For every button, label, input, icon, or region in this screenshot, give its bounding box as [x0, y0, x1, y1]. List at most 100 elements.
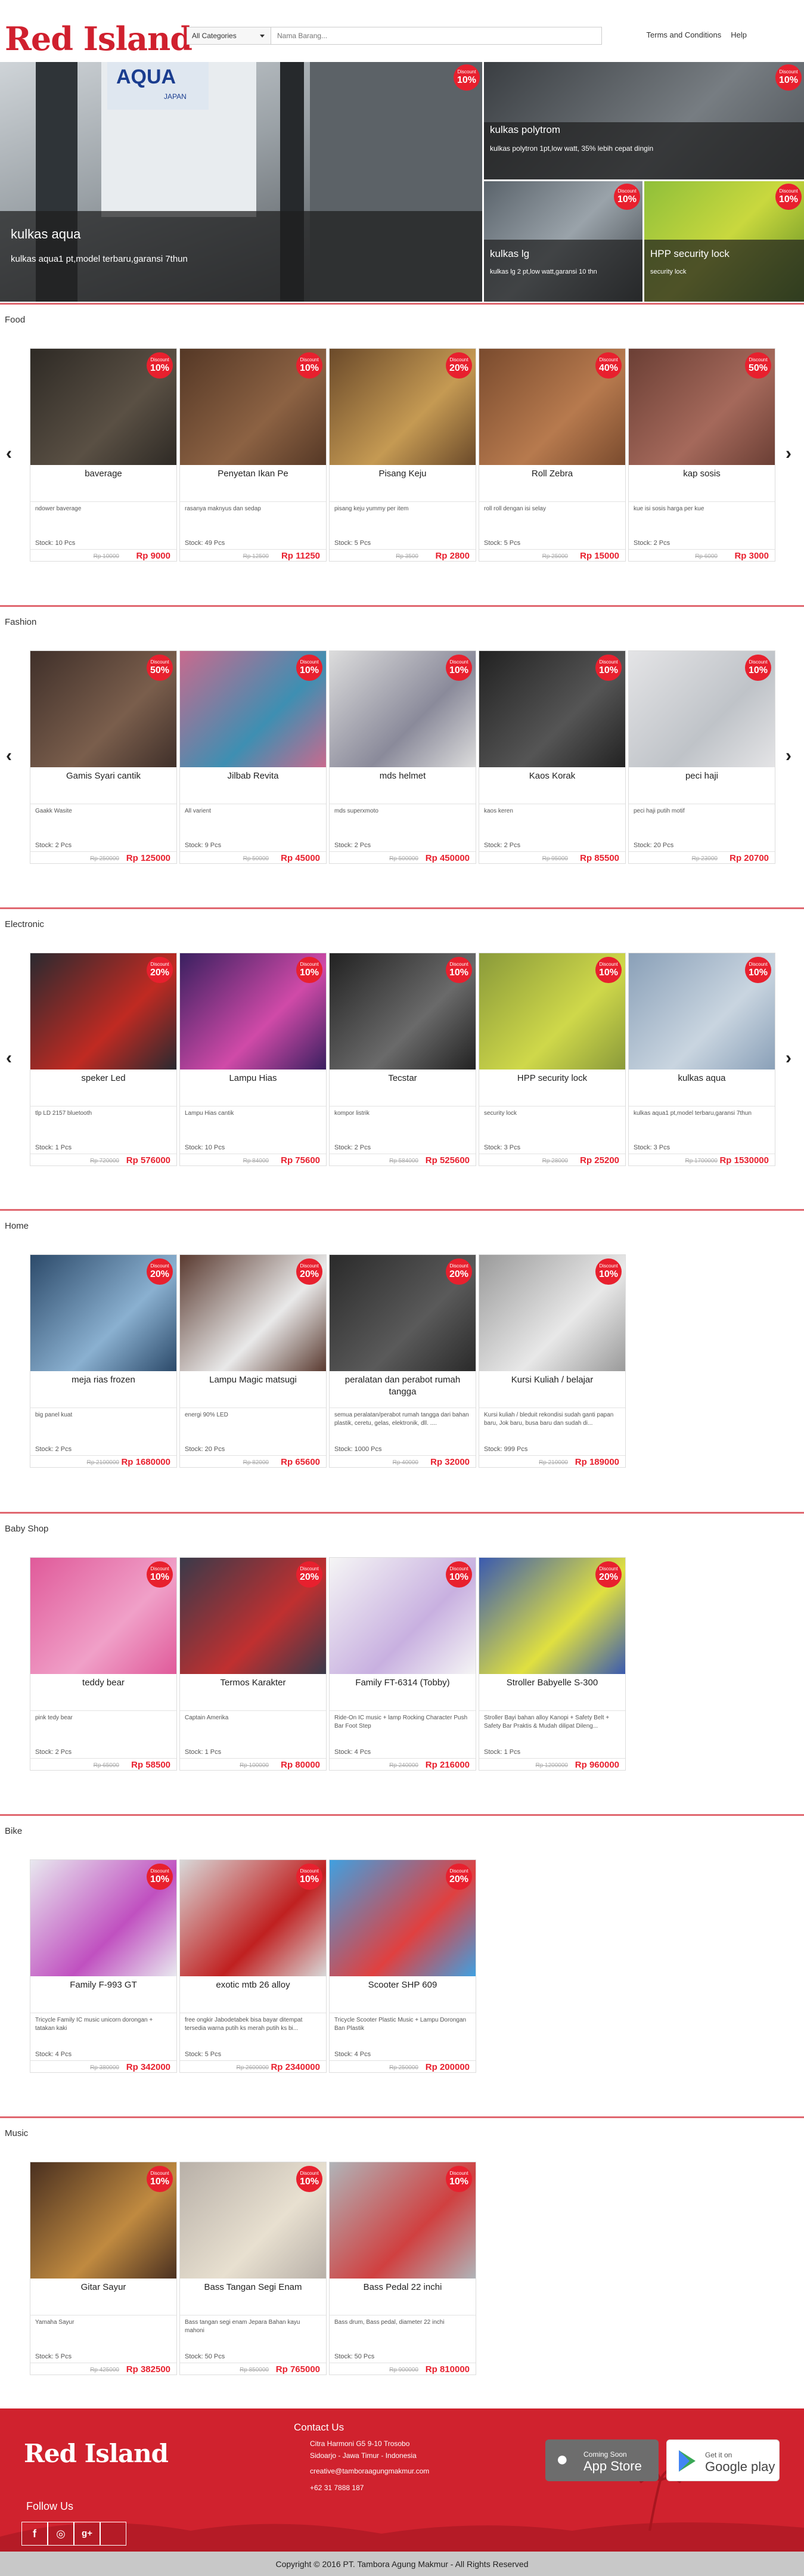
search-input[interactable]: [271, 27, 602, 45]
social-blank-icon[interactable]: [100, 2522, 126, 2546]
product-card[interactable]: Discount 10% HPP security lock security loc…: [479, 953, 626, 1166]
hero-bottom-right[interactable]: HPP security lock security lock Discount…: [644, 181, 804, 302]
product-card[interactable]: Discount 10% mds helmet mds superxmoto Stock…: [329, 650, 476, 864]
product-price: Rp 15000: [580, 551, 619, 561]
product-name[interactable]: peralatan dan perabot rumah tangga: [333, 1374, 472, 1398]
product-name[interactable]: Roll Zebra: [483, 468, 622, 480]
category-select[interactable]: All Categories: [187, 27, 271, 45]
product-card[interactable]: Discount 20% peralatan dan perabot rumah t…: [329, 1254, 476, 1468]
product-card[interactable]: Discount 20% Termos Karakter Captain Amerik…: [179, 1557, 327, 1771]
carousel-prev-arrow-icon[interactable]: ‹: [6, 1048, 12, 1068]
product-name[interactable]: Bass Pedal 22 inchi: [333, 2281, 472, 2293]
product-card[interactable]: Discount 10% peci haji peci haji putih moti…: [628, 650, 775, 864]
product-card[interactable]: Discount 20% Pisang Keju pisang keju yummy …: [329, 348, 476, 562]
product-name[interactable]: kulkas aqua: [632, 1072, 771, 1084]
google-play-icon: [679, 2450, 696, 2472]
product-card[interactable]: Discount 10% Penyetan Ikan Pe rasanya makny…: [179, 348, 327, 562]
help-link[interactable]: Help: [731, 30, 747, 39]
product-name[interactable]: Lampu Magic matsugi: [184, 1374, 322, 1386]
app-store-button[interactable]: ● Coming Soon App Store: [545, 2439, 659, 2481]
product-card[interactable]: Discount 10% baverage ndower baverage Stock:…: [30, 348, 177, 562]
product-name[interactable]: mds helmet: [333, 770, 472, 782]
product-card[interactable]: Discount 10% Bass Pedal 22 inchi Bass drum,…: [329, 2162, 476, 2375]
product-name[interactable]: Family FT-6314 (Tobby): [333, 1677, 472, 1689]
product-name[interactable]: Lampu Hias: [184, 1072, 322, 1084]
discount-badge: Discount 20%: [296, 1258, 322, 1285]
carousel-next-arrow-icon[interactable]: ›: [786, 746, 791, 766]
product-card[interactable]: Discount 10% Gitar Sayur Yamaha Sayur Stock:…: [30, 2162, 177, 2375]
product-name[interactable]: meja rias frozen: [34, 1374, 173, 1386]
product-name[interactable]: teddy bear: [34, 1677, 173, 1689]
product-card[interactable]: Discount 20% Stroller Babyelle S-300 Stroll…: [479, 1557, 626, 1771]
product-card[interactable]: Discount 20% Scooter SHP 609 Tricycle Scoot…: [329, 1859, 476, 2073]
product-card[interactable]: Discount 10% Family F-993 GT Tricycle Famil…: [30, 1859, 177, 2073]
product-name[interactable]: HPP security lock: [483, 1072, 622, 1084]
product-name[interactable]: exotic mtb 26 alloy: [184, 1979, 322, 1991]
discount-badge-value: 10%: [598, 968, 619, 978]
carousel-next-arrow-icon[interactable]: ›: [786, 444, 791, 464]
product-name[interactable]: Termos Karakter: [184, 1677, 322, 1689]
hero-main[interactable]: AQUA JAPAN kulkas aqua kulkas aqua1 pt,m…: [0, 62, 482, 302]
product-stock: Stock: 50 Pcs: [334, 2353, 375, 2360]
product-original-price: Rp 2100000: [86, 1459, 120, 1466]
carousel-next-arrow-icon[interactable]: ›: [786, 1048, 791, 1068]
product-card[interactable]: Discount 20% Lampu Magic matsugi energi 90%…: [179, 1254, 327, 1468]
product-original-price: Rp 1700000: [685, 1158, 718, 1164]
product-card[interactable]: Discount 40% Roll Zebra roll roll dengan is…: [479, 348, 626, 562]
product-stock: Stock: 2 Pcs: [334, 1144, 371, 1151]
contact-email[interactable]: creative@tamboraagungmakmur.com: [310, 2467, 429, 2475]
product-name[interactable]: Penyetan Ikan Pe: [184, 468, 322, 480]
facebook-icon[interactable]: f: [21, 2522, 48, 2546]
google-plus-icon[interactable]: g+: [74, 2522, 100, 2546]
carousel-prev-arrow-icon[interactable]: ‹: [6, 746, 12, 766]
product-card[interactable]: Discount 10% Lampu Hias Lampu Hias cantik St…: [179, 953, 327, 1166]
product-name[interactable]: Kaos Korak: [483, 770, 622, 782]
section-title: Bike: [5, 1826, 23, 1836]
hero-top-right[interactable]: kulkas polytrom kulkas polytron 1pt,low …: [484, 62, 804, 179]
product-card[interactable]: Discount 10% Jilbab Revita All varient Stock…: [179, 650, 327, 864]
footer-logo[interactable]: Red Island: [24, 2441, 169, 2466]
product-card[interactable]: Discount 10% Kursi Kuliah / belajar Kursi k…: [479, 1254, 626, 1468]
product-name[interactable]: speker Led: [34, 1072, 173, 1084]
product-card[interactable]: Discount 10% Family FT-6314 (Tobby) Ride-On…: [329, 1557, 476, 1771]
product-name[interactable]: Stroller Babyelle S-300: [483, 1677, 622, 1689]
product-name[interactable]: Kursi Kuliah / belajar: [483, 1374, 622, 1386]
product-name[interactable]: Pisang Keju: [333, 468, 472, 480]
product-card[interactable]: Discount 50% kap sosis kue isi sosis harga …: [628, 348, 775, 562]
site-logo[interactable]: Red Island: [5, 13, 193, 55]
discount-badge-value: 10%: [598, 1269, 619, 1279]
product-card[interactable]: Discount 10% exotic mtb 26 alloy free ongki…: [179, 1859, 327, 2073]
discount-badge: Discount 10%: [446, 957, 472, 983]
product-card[interactable]: Discount 10% Kaos Korak kaos keren Stock: 2 …: [479, 650, 626, 864]
product-card[interactable]: Discount 10% teddy bear pink tedy bear Stock…: [30, 1557, 177, 1771]
discount-badge-label: Discount: [749, 659, 768, 665]
product-price: Rp 450000: [425, 853, 470, 863]
product-price: Rp 32000: [430, 1457, 470, 1467]
product-card[interactable]: Discount 50% Gamis Syari cantik Gaakk Wasit…: [30, 650, 177, 864]
carousel-prev-arrow-icon[interactable]: ‹: [6, 444, 12, 464]
product-name[interactable]: Gitar Sayur: [34, 2281, 173, 2293]
product-name[interactable]: Gamis Syari cantik: [34, 770, 173, 782]
product-card[interactable]: Discount 10% Tecstar kompor listrik Stock: 2…: [329, 953, 476, 1166]
discount-badge-label: Discount: [599, 962, 618, 967]
discount-badge: Discount 10%: [147, 1864, 173, 1890]
product-name[interactable]: kap sosis: [632, 468, 771, 480]
product-original-price: Rp 3500: [396, 553, 418, 560]
card-divider: [30, 851, 176, 852]
product-name[interactable]: peci haji: [632, 770, 771, 782]
discount-badge-value: 40%: [598, 363, 619, 373]
product-card[interactable]: Discount 10% kulkas aqua kulkas aqua1 pt,mo…: [628, 953, 775, 1166]
terms-link[interactable]: Terms and Conditions: [647, 30, 722, 39]
product-name[interactable]: Jilbab Revita: [184, 770, 322, 782]
instagram-icon[interactable]: ◎: [48, 2522, 74, 2546]
product-name[interactable]: Bass Tangan Segi Enam: [184, 2281, 322, 2293]
product-name[interactable]: Scooter SHP 609: [333, 1979, 472, 1991]
google-play-button[interactable]: Get it on Google play: [666, 2439, 780, 2481]
hero-bottom-left[interactable]: kulkas lg kulkas lg 2 pt,low watt,garans…: [484, 181, 642, 302]
product-card[interactable]: Discount 10% Bass Tangan Segi Enam Bass tan…: [179, 2162, 327, 2375]
product-card[interactable]: Discount 20% speker Led tlp LD 2157 bluetoo…: [30, 953, 177, 1166]
product-name[interactable]: Tecstar: [333, 1072, 472, 1084]
product-name[interactable]: baverage: [34, 468, 173, 480]
product-card[interactable]: Discount 20% meja rias frozen big panel kua…: [30, 1254, 177, 1468]
product-name[interactable]: Family F-993 GT: [34, 1979, 173, 1991]
